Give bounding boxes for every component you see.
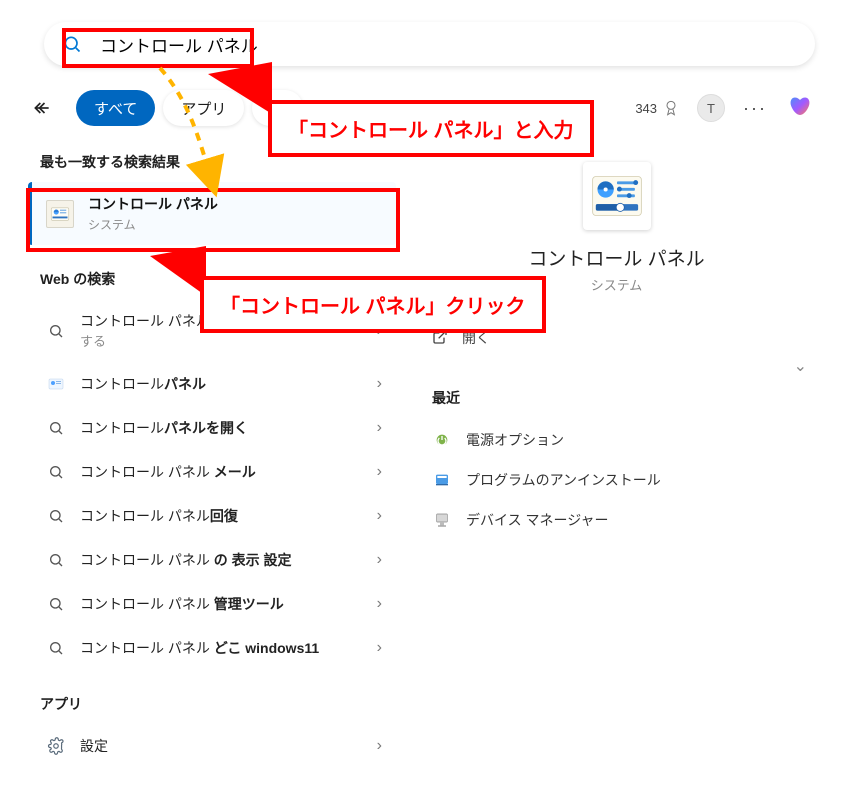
tab-apps[interactable]: アプリ	[163, 90, 244, 126]
search-bar[interactable]	[44, 22, 815, 66]
search-icon	[46, 508, 66, 524]
web-item[interactable]: コントロールパネル ›	[32, 362, 396, 406]
search-icon	[46, 596, 66, 612]
programs-icon	[432, 472, 452, 488]
search-icon	[46, 420, 66, 436]
app-item-settings[interactable]: 設定 ›	[32, 724, 396, 768]
chevron-right-icon: ›	[377, 507, 382, 525]
chevron-right-icon: ›	[377, 463, 382, 481]
control-panel-icon	[46, 200, 74, 228]
web-item[interactable]: コントロール パネル回復 ›	[32, 494, 396, 538]
search-input[interactable]	[100, 34, 797, 54]
chevron-right-icon: ›	[377, 551, 382, 569]
web-item[interactable]: コントロール パネル 管理ツール ›	[32, 582, 396, 626]
search-icon	[46, 323, 66, 339]
control-panel-icon	[46, 376, 66, 392]
avatar[interactable]: T	[697, 94, 725, 122]
web-item-more-results[interactable]: コントロール パネル - 検索結果をさらに表示する ›	[32, 299, 396, 362]
web-search-heading: Web の検索	[24, 245, 404, 299]
power-icon	[432, 432, 452, 448]
recent-item-label: プログラムのアンインストール	[466, 470, 661, 490]
web-item[interactable]: コントロールパネルを開く ›	[32, 406, 396, 450]
recent-item-label: デバイス マネージャー	[466, 510, 609, 530]
detail-app-icon	[583, 162, 651, 230]
open-button[interactable]: 開く	[426, 314, 807, 362]
search-tabs: すべて アプリ ド	[76, 90, 303, 126]
chevron-right-icon: ›	[377, 375, 382, 393]
chevron-right-icon: ›	[377, 419, 382, 437]
detail-title: コントロール パネル	[426, 244, 807, 271]
tab-documents[interactable]: ド	[252, 90, 303, 126]
rewards-count: 343	[635, 101, 657, 116]
detail-subtitle: システム	[426, 275, 807, 294]
web-item[interactable]: コントロール パネル どこ windows11 ›	[32, 626, 396, 670]
list-item-label: コントロール パネル の 表示 設定	[80, 550, 292, 570]
list-item-label: コントロールパネルを開く	[80, 418, 248, 438]
web-item[interactable]: コントロール パネル メール ›	[32, 450, 396, 494]
list-item-label: コントロール パネル どこ windows11	[80, 638, 319, 658]
rewards-button[interactable]: 343	[635, 99, 679, 117]
best-match-title: コントロール パネル	[88, 194, 218, 214]
chevron-right-icon: ›	[377, 737, 382, 755]
back-button[interactable]	[22, 88, 62, 128]
chevron-right-icon: ›	[377, 322, 382, 340]
recent-item-device[interactable]: デバイス マネージャー	[426, 500, 807, 540]
list-item-label: 設定	[80, 736, 108, 756]
medal-icon	[663, 99, 679, 117]
best-match-heading: 最も一致する検索結果	[24, 128, 404, 182]
list-item-label: コントロール パネル 管理ツール	[80, 594, 284, 614]
recent-item-programs[interactable]: プログラムのアンインストール	[426, 460, 807, 500]
recent-heading: 最近	[426, 362, 807, 420]
recent-item-power[interactable]: 電源オプション	[426, 420, 807, 460]
chevron-right-icon: ›	[377, 639, 382, 657]
apps-heading: アプリ	[24, 670, 404, 724]
best-match-subtitle: システム	[88, 216, 218, 233]
best-match-item[interactable]: コントロール パネル システム	[28, 182, 396, 245]
recent-item-label: 電源オプション	[466, 430, 564, 450]
search-icon	[46, 640, 66, 656]
list-item-label: コントロールパネル	[80, 374, 206, 394]
list-item-label: コントロール パネル - 検索結果をさらに表示する	[80, 311, 363, 350]
chevron-right-icon: ›	[377, 595, 382, 613]
search-icon	[46, 464, 66, 480]
device-icon	[432, 512, 452, 528]
web-item[interactable]: コントロール パネル の 表示 設定 ›	[32, 538, 396, 582]
more-button[interactable]: ···	[743, 98, 767, 119]
tab-all[interactable]: すべて	[76, 90, 155, 126]
copilot-button[interactable]	[785, 93, 815, 123]
list-item-label: コントロール パネル回復	[80, 506, 238, 526]
open-icon	[432, 329, 448, 348]
list-item-label: コントロール パネル メール	[80, 462, 256, 482]
search-icon	[62, 34, 82, 54]
search-icon	[46, 552, 66, 568]
gear-icon	[46, 737, 66, 755]
chevron-down-icon[interactable]: ⌄	[794, 356, 807, 376]
open-label: 開く	[462, 328, 490, 348]
